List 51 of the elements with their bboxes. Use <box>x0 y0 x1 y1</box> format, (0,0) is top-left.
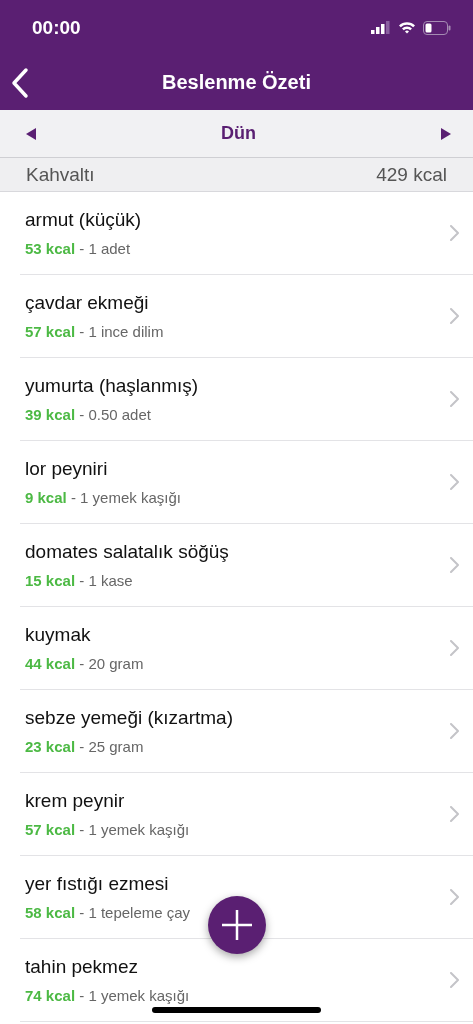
food-detail: 57 kcal - 1 ince dilim <box>25 323 164 340</box>
next-day-icon[interactable] <box>441 127 451 140</box>
food-row[interactable]: armut (küçük) 53 kcal - 1 adet <box>20 192 473 275</box>
food-detail: 44 kcal - 20 gram <box>25 655 144 672</box>
status-time: 00:00 <box>32 16 81 39</box>
food-name: tahin pekmez <box>25 956 139 978</box>
meal-total: 429 kcal <box>376 163 447 186</box>
battery-icon <box>423 20 451 35</box>
chevron-icon <box>450 889 459 905</box>
signal-icon <box>371 21 391 34</box>
food-detail: 15 kcal - 1 kase <box>25 572 134 589</box>
plus-icon <box>221 909 253 941</box>
wifi-icon <box>398 21 416 34</box>
food-name: çavdar ekmeği <box>25 292 150 314</box>
food-name: yumurta (haşlanmış) <box>25 375 199 397</box>
nav-title: Beslenme Özeti <box>162 71 311 94</box>
food-row[interactable]: lor peyniri 9 kcal - 1 yemek kaşığı <box>20 441 473 524</box>
food-row[interactable]: çavdar ekmeği 57 kcal - 1 ince dilim <box>20 275 473 358</box>
food-name: kuymak <box>25 624 92 646</box>
previous-day-icon[interactable] <box>26 127 36 140</box>
chevron-icon <box>450 391 459 407</box>
chevron-icon <box>450 474 459 490</box>
food-detail: 53 kcal - 1 adet <box>25 240 132 257</box>
chevron-icon <box>450 557 459 573</box>
food-row[interactable]: kuymak 44 kcal - 20 gram <box>20 607 473 690</box>
chevron-icon <box>450 225 459 241</box>
food-name: yer fıstığı ezmesi <box>25 873 170 895</box>
food-name: armut (küçük) <box>25 209 142 231</box>
meal-title: Kahvaltı <box>26 163 95 186</box>
chevron-icon <box>450 723 459 739</box>
food-name: domates salatalık söğüş <box>25 541 229 563</box>
chevron-icon <box>450 972 459 988</box>
food-row[interactable]: sebze yemeği (kızartma) 23 kcal - 25 gram <box>20 690 473 773</box>
food-row[interactable]: yumurta (haşlanmış) 39 kcal - 0.50 adet <box>20 358 473 441</box>
chevron-icon <box>450 308 459 324</box>
chevron-icon <box>450 806 459 822</box>
food-name: lor peyniri <box>25 458 109 480</box>
food-detail: 57 kcal - 1 yemek kaşığı <box>25 821 190 838</box>
food-detail: 39 kcal - 0.50 adet <box>25 406 152 423</box>
food-name: krem peynir <box>25 790 126 812</box>
food-detail: 9 kcal - 1 yemek kaşığı <box>25 489 181 506</box>
date-label: Dün <box>221 123 256 144</box>
food-name: sebze yemeği (kızartma) <box>25 707 233 729</box>
add-button[interactable] <box>208 896 266 954</box>
food-row[interactable]: domates salatalık söğüş 15 kcal - 1 kase <box>20 524 473 607</box>
back-icon[interactable] <box>10 67 30 99</box>
chevron-icon <box>450 640 459 656</box>
food-detail: 23 kcal - 25 gram <box>25 738 145 755</box>
food-detail: 74 kcal - 1 yemek kaşığı <box>25 987 190 1004</box>
food-row[interactable]: krem peynir 57 kcal - 1 yemek kaşığı <box>20 773 473 856</box>
food-detail: 58 kcal - 1 tepeleme çay <box>25 904 191 921</box>
